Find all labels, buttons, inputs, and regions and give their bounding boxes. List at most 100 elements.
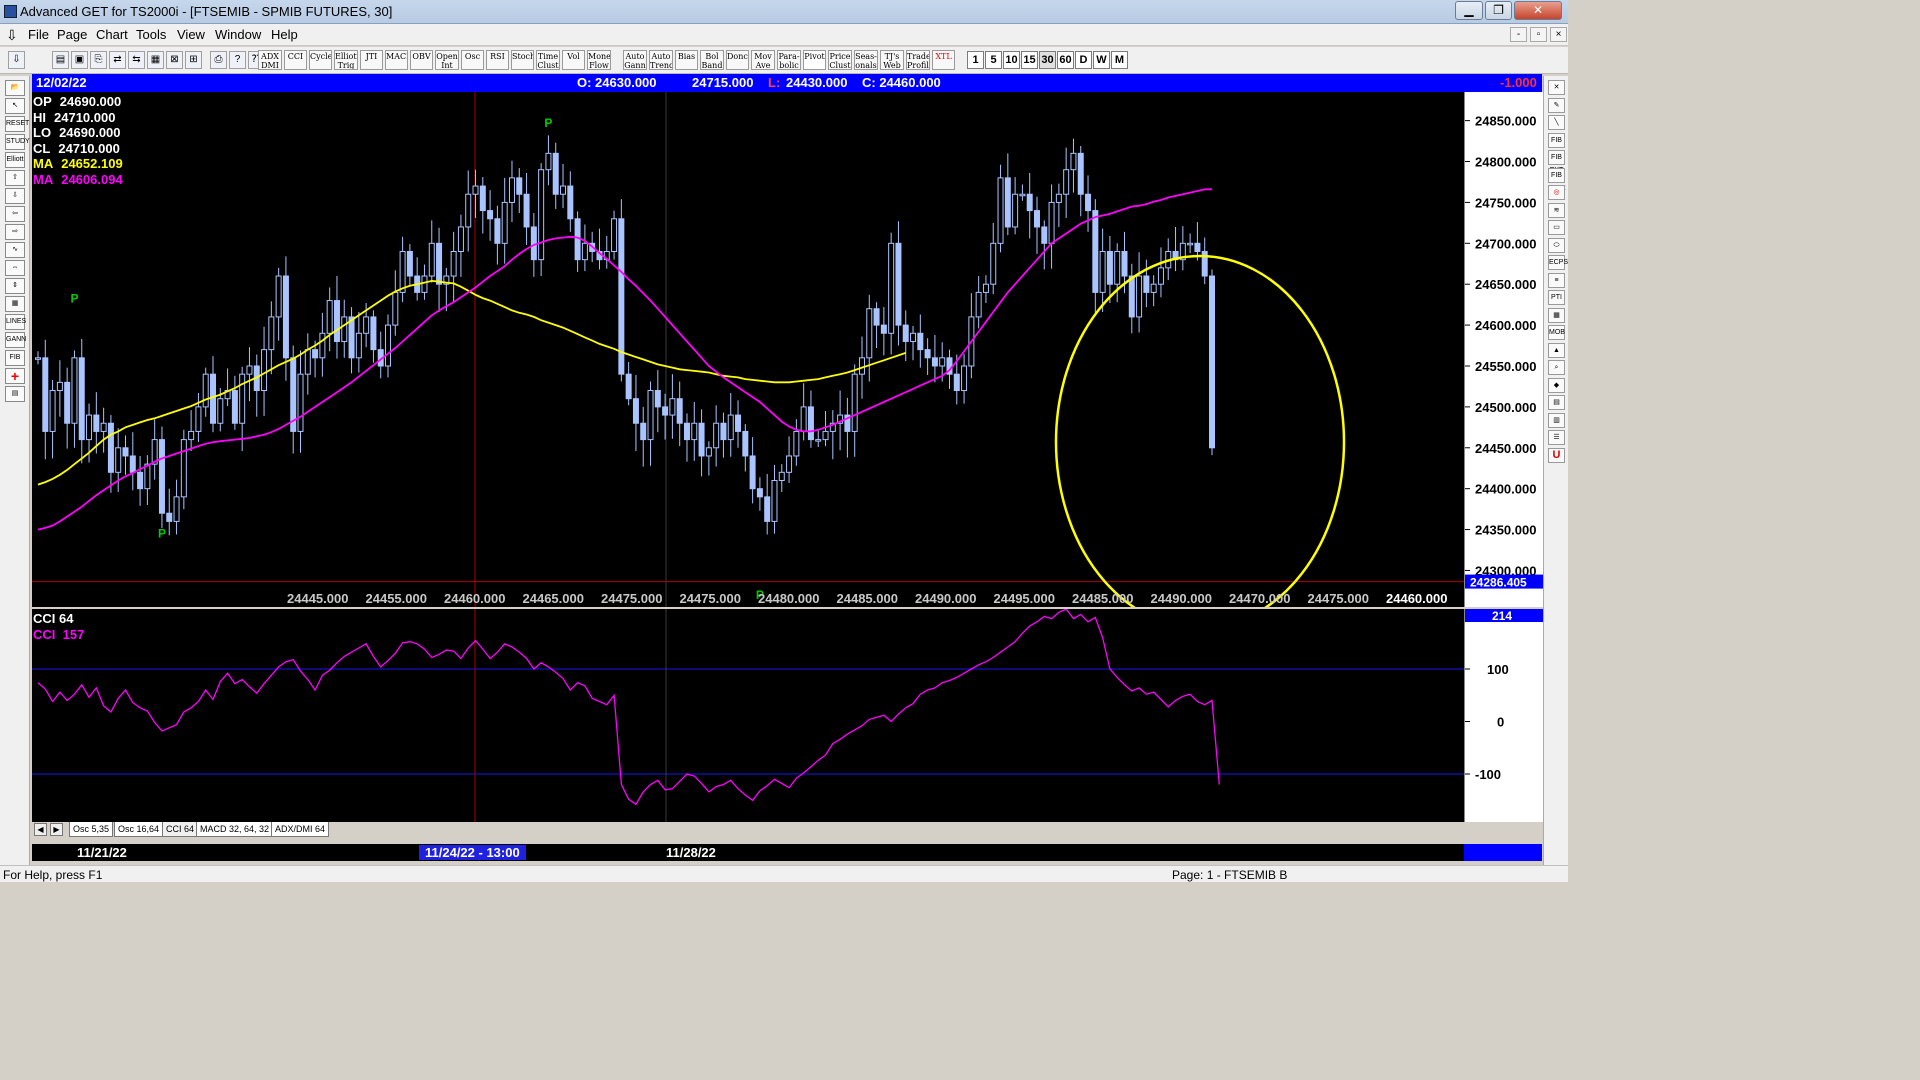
study-button-price-clust[interactable]: Price Clust bbox=[828, 50, 852, 70]
annotation-ellipse[interactable] bbox=[1054, 254, 1346, 630]
paint-icon[interactable]: ◆ bbox=[1548, 377, 1565, 393]
mdi-restore-icon[interactable]: ▫ bbox=[1530, 27, 1547, 42]
study-button-macd[interactable]: MACD bbox=[385, 50, 408, 70]
study-button-rsi[interactable]: RSI bbox=[486, 50, 509, 70]
fan-icon[interactable]: ≋ bbox=[1548, 202, 1565, 218]
copy-icon[interactable]: ⎘ bbox=[90, 51, 107, 69]
study-button-trade-profile[interactable]: Trade Profile bbox=[906, 50, 930, 70]
arrow-icon[interactable]: ⇩ bbox=[8, 51, 25, 69]
minimize-button[interactable]: ▁ bbox=[1455, 1, 1483, 20]
study-button-xtl[interactable]: XTL bbox=[932, 50, 955, 70]
box-icon[interactable]: ▭ bbox=[1548, 220, 1565, 235]
pencil-icon[interactable]: ✎ bbox=[1548, 97, 1565, 113]
study-button-auto-gann[interactable]: Auto Gann bbox=[623, 50, 647, 70]
zoom-icon[interactable]: ⌕ bbox=[1548, 360, 1565, 375]
timeframe-button-w[interactable]: W bbox=[1093, 51, 1110, 69]
timeframe-button-60[interactable]: 60 bbox=[1057, 51, 1074, 69]
timeframe-button-m[interactable]: M bbox=[1111, 51, 1128, 69]
print-icon[interactable]: ⎙ bbox=[210, 51, 227, 69]
study-button-osc[interactable]: Osc bbox=[461, 50, 484, 70]
tab-scroll-right-icon[interactable]: ▶ bbox=[50, 823, 63, 836]
cci-panel[interactable]: CCI 64 CCI 157 bbox=[32, 608, 1464, 822]
elliott-icon[interactable]: Elliott bbox=[5, 152, 25, 168]
mdi-minimize-icon[interactable]: - bbox=[1510, 27, 1527, 42]
tab-adx-dmi[interactable]: ADX/DMI 64 bbox=[271, 822, 330, 837]
list-icon[interactable]: ☰ bbox=[1548, 430, 1565, 445]
study-button-para-bolic[interactable]: Para-bolic bbox=[777, 50, 801, 70]
study-button-jti[interactable]: JTI bbox=[360, 50, 383, 70]
link-icon[interactable]: ⇄ bbox=[109, 51, 126, 69]
study-button-bol-band[interactable]: Bol Band bbox=[700, 50, 724, 70]
fib-ret-icon[interactable]: FIB RET bbox=[1548, 132, 1565, 157]
study-button-open-int[interactable]: Open Int bbox=[435, 50, 459, 70]
study-button-time-clust[interactable]: Time Clust bbox=[536, 50, 560, 70]
tab-scroll-left-icon[interactable]: ◀ bbox=[34, 823, 47, 836]
study-button-cci[interactable]: CCI bbox=[284, 50, 307, 70]
menu-view[interactable]: View bbox=[177, 27, 205, 42]
cursor-icon[interactable]: ↖ bbox=[5, 98, 25, 114]
vspread-icon[interactable]: ⇕ bbox=[5, 278, 25, 294]
reset-icon[interactable]: RESET bbox=[5, 116, 29, 132]
menu-tools[interactable]: Tools bbox=[136, 27, 166, 42]
study-button-money-flow[interactable]: Money Flow bbox=[587, 50, 611, 70]
open-folder-icon[interactable]: 📂 bbox=[5, 80, 25, 96]
ecps-icon[interactable]: ECPS bbox=[1548, 255, 1568, 270]
pti-icon[interactable]: PTI bbox=[1548, 290, 1565, 305]
new-page-icon[interactable]: ▤ bbox=[52, 51, 69, 69]
tab-macd[interactable]: MACD 32, 64, 32 bbox=[196, 822, 274, 837]
timeframe-button-15[interactable]: 15 bbox=[1021, 51, 1038, 69]
fib-time-icon[interactable]: FIB TIME bbox=[1548, 167, 1566, 192]
study-button-cycles[interactable]: Cycles bbox=[309, 50, 332, 70]
save-icon[interactable]: ▣ bbox=[71, 51, 88, 69]
study-button-auto-trend[interactable]: Auto Trend bbox=[649, 50, 673, 70]
fib-icon[interactable]: FIB bbox=[5, 350, 25, 366]
price-chart-panel[interactable]: P P P P 24445.000 24455.000 24460.000 24465.000… bbox=[32, 92, 1464, 630]
draw-line-icon[interactable]: ╲ bbox=[1548, 115, 1565, 130]
link2-icon[interactable]: ⇆ bbox=[128, 51, 145, 69]
grid2-icon[interactable]: ▥ bbox=[1548, 412, 1565, 428]
mdi-close-icon[interactable]: × bbox=[1550, 27, 1567, 42]
study-button-obv[interactable]: OBV bbox=[410, 50, 433, 70]
timeframe-button-10[interactable]: 10 bbox=[1003, 51, 1020, 69]
maximize-button[interactable]: ❐ bbox=[1485, 1, 1512, 20]
grid-icon[interactable]: ▦ bbox=[147, 51, 164, 69]
study-icon[interactable]: STUDY bbox=[5, 134, 30, 150]
wave-icon[interactable]: ∿ bbox=[5, 242, 25, 258]
left-arrow-icon[interactable]: ⇦ bbox=[5, 206, 25, 222]
circle-icon[interactable]: ◎ bbox=[1548, 185, 1565, 200]
ellipse-icon[interactable]: ⬭ bbox=[1548, 237, 1565, 253]
close-button[interactable]: ✕ bbox=[1514, 1, 1562, 20]
timeframe-button-d[interactable]: D bbox=[1075, 51, 1092, 69]
timeframe-button-30[interactable]: 30 bbox=[1039, 51, 1056, 69]
cci-chart[interactable] bbox=[32, 608, 1464, 822]
menu-file[interactable]: File bbox=[28, 27, 49, 42]
right-arrow-icon[interactable]: ⇨ bbox=[5, 224, 25, 240]
study-button-stoch[interactable]: Stoch bbox=[511, 50, 534, 70]
page-icon[interactable]: ▤ bbox=[5, 386, 25, 402]
study-button-pivot[interactable]: Pivot bbox=[803, 50, 826, 70]
magnet-icon[interactable]: U bbox=[1548, 447, 1565, 463]
menu-chart[interactable]: Chart bbox=[96, 27, 128, 42]
menu-help[interactable]: Help bbox=[271, 27, 298, 42]
tab-cci-64[interactable]: CCI 64 bbox=[162, 822, 199, 837]
study-button-mov-ave[interactable]: Mov Ave bbox=[751, 50, 775, 70]
table-icon[interactable]: ▦ bbox=[1548, 307, 1565, 323]
cross-cursor-icon[interactable]: ✕ bbox=[1548, 80, 1565, 95]
study-button-elliott-trig[interactable]: Elliott Trig bbox=[334, 50, 358, 70]
study-button-bias[interactable]: Bias bbox=[675, 50, 698, 70]
study-button-donch[interactable]: Donch bbox=[726, 50, 749, 70]
help-icon[interactable]: ? bbox=[229, 51, 246, 69]
close-chart-icon[interactable]: ⊠ bbox=[166, 51, 183, 69]
study-button-vol[interactable]: Vol bbox=[562, 50, 585, 70]
layout-icon[interactable]: ⊞ bbox=[185, 51, 202, 69]
triangle-icon[interactable]: ▲ bbox=[1548, 342, 1565, 358]
menu-window[interactable]: Window bbox=[215, 27, 261, 42]
study-button-tj-s-web[interactable]: TJ's Web bbox=[880, 50, 904, 70]
crosshair-icon[interactable]: + bbox=[5, 368, 25, 384]
down-arrow-icon[interactable]: ⇩ bbox=[5, 188, 25, 204]
fib-ext-icon[interactable]: FIB EXT bbox=[1548, 150, 1565, 174]
grid-select-icon[interactable]: ▦ bbox=[5, 296, 25, 312]
calc-icon[interactable]: ▤ bbox=[1548, 395, 1565, 410]
study-button-adx-dmi[interactable]: ADX DMI bbox=[258, 50, 282, 70]
up-arrow-icon[interactable]: ⇧ bbox=[5, 170, 25, 186]
